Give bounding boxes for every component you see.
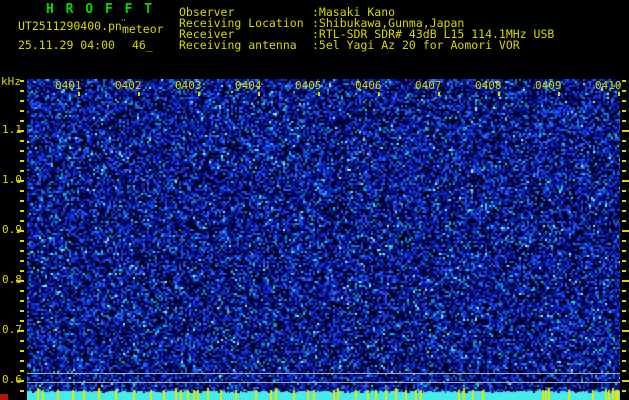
y-tick-label: 0.9 [2, 223, 22, 236]
y-axis-tick [20, 90, 24, 92]
y-axis-tick [20, 190, 24, 192]
spectrogram-plot: 0401 0402 0403 0404 0405 0406 0407 0408 0409 0410 [27, 79, 622, 400]
y-axis-tick [20, 340, 24, 342]
x-tick [378, 92, 380, 96]
y-axis-tick [622, 130, 629, 132]
counter-label: 46_ [132, 38, 153, 52]
info-label-receiving-antenna: Receiving antenna [179, 38, 297, 52]
y-axis-tick [20, 120, 24, 122]
y-axis-tick [622, 370, 626, 372]
y-axis-tick [622, 310, 626, 312]
y-axis-tick [622, 220, 626, 222]
x-tick-label: 0410 [595, 79, 622, 92]
underflow-marker [0, 394, 8, 400]
y-axis-tick [622, 270, 626, 272]
y-axis-tick [622, 200, 626, 202]
y-axis-tick [622, 180, 629, 182]
x-tick [438, 92, 440, 96]
x-tick [198, 92, 200, 96]
y-axis-tick [622, 120, 626, 122]
x-tick-label: 0404 [235, 79, 262, 92]
y-axis-tick [622, 110, 626, 112]
y-axis-tick [20, 80, 24, 82]
y-tick-label: 0.8 [2, 273, 22, 286]
y-axis-tick [622, 250, 626, 252]
y-axis-tick [622, 100, 626, 102]
y-axis-tick [622, 320, 626, 322]
y-axis-tick [20, 170, 24, 172]
y-axis-tick [622, 350, 626, 352]
y-axis-tick [20, 350, 24, 352]
y-axis-tick [20, 300, 24, 302]
x-tick [258, 92, 260, 96]
spectrogram-noise-canvas [27, 79, 620, 400]
y-axis-tick [20, 310, 24, 312]
y-axis-tick [622, 160, 626, 162]
y-axis-tick [20, 390, 24, 392]
x-tick-label: 0405 [295, 79, 322, 92]
y-axis-tick [20, 100, 24, 102]
y-axis-tick [20, 260, 24, 262]
y-axis-tick [622, 360, 626, 362]
y-axis-tick [622, 140, 626, 142]
y-axis-tick [622, 330, 629, 332]
y-axis-tick [622, 290, 626, 292]
y-axis-tick [20, 140, 24, 142]
y-axis-tick [20, 290, 24, 292]
x-tick-label: 0409 [535, 79, 562, 92]
y-axis-tick [622, 210, 626, 212]
y-axis-tick [622, 260, 626, 262]
x-tick [618, 92, 620, 96]
y-axis-tick [622, 170, 626, 172]
y-axis-tick [20, 210, 24, 212]
y-axis-tick [622, 80, 626, 82]
y-tick-label: 0.6 [2, 373, 22, 386]
y-axis-tick [622, 150, 626, 152]
reference-line [27, 373, 620, 374]
file-name-label: UT2511290400.pn [18, 19, 122, 33]
x-tick-label: 0402 [115, 79, 142, 92]
y-tick-label: 1.0 [2, 173, 22, 186]
x-tick-label: 0401 [55, 79, 82, 92]
x-tick-label: 0408 [475, 79, 502, 92]
x-tick [318, 92, 320, 96]
app-title: H R O F F T [46, 2, 155, 17]
meteor-overlay-label: meteor [122, 22, 164, 36]
y-axis-tick [622, 90, 626, 92]
y-axis-tick [20, 270, 24, 272]
x-tick [78, 92, 80, 96]
y-axis-tick [622, 380, 629, 382]
y-axis-tick [20, 200, 24, 202]
reference-line [27, 382, 620, 383]
y-axis-tick [622, 230, 629, 232]
hrofft-window: H R O F F T UT2511290400.pn ¨ meteor 25.… [0, 0, 629, 400]
y-axis-tick [622, 300, 626, 302]
x-tick [138, 92, 140, 96]
x-tick [498, 92, 500, 96]
y-axis-unit-label: kHz [1, 75, 21, 88]
datetime-label: 25.11.29 04:00 [18, 38, 115, 52]
x-tick-label: 0403 [175, 79, 202, 92]
y-axis-tick [622, 340, 626, 342]
y-axis-tick [20, 250, 24, 252]
y-axis-tick [20, 240, 24, 242]
y-axis-tick [622, 280, 629, 282]
y-axis-tick [20, 360, 24, 362]
y-tick-label: 1.1 [2, 123, 22, 136]
x-tick-label: 0407 [415, 79, 442, 92]
x-tick [558, 92, 560, 96]
y-axis-tick [20, 370, 24, 372]
y-axis-tick [622, 190, 626, 192]
y-axis-tick [20, 220, 24, 222]
y-axis-tick [20, 150, 24, 152]
y-axis-tick [20, 160, 24, 162]
y-axis-tick [622, 240, 626, 242]
x-tick-label: 0406 [355, 79, 382, 92]
y-axis-tick [20, 110, 24, 112]
y-tick-label: 0.7 [2, 323, 22, 336]
y-axis-tick [20, 320, 24, 322]
info-value-receiving-antenna: :5el Yagi Az 20 for Aomori VOR [312, 38, 520, 52]
y-axis-tick [622, 390, 626, 392]
